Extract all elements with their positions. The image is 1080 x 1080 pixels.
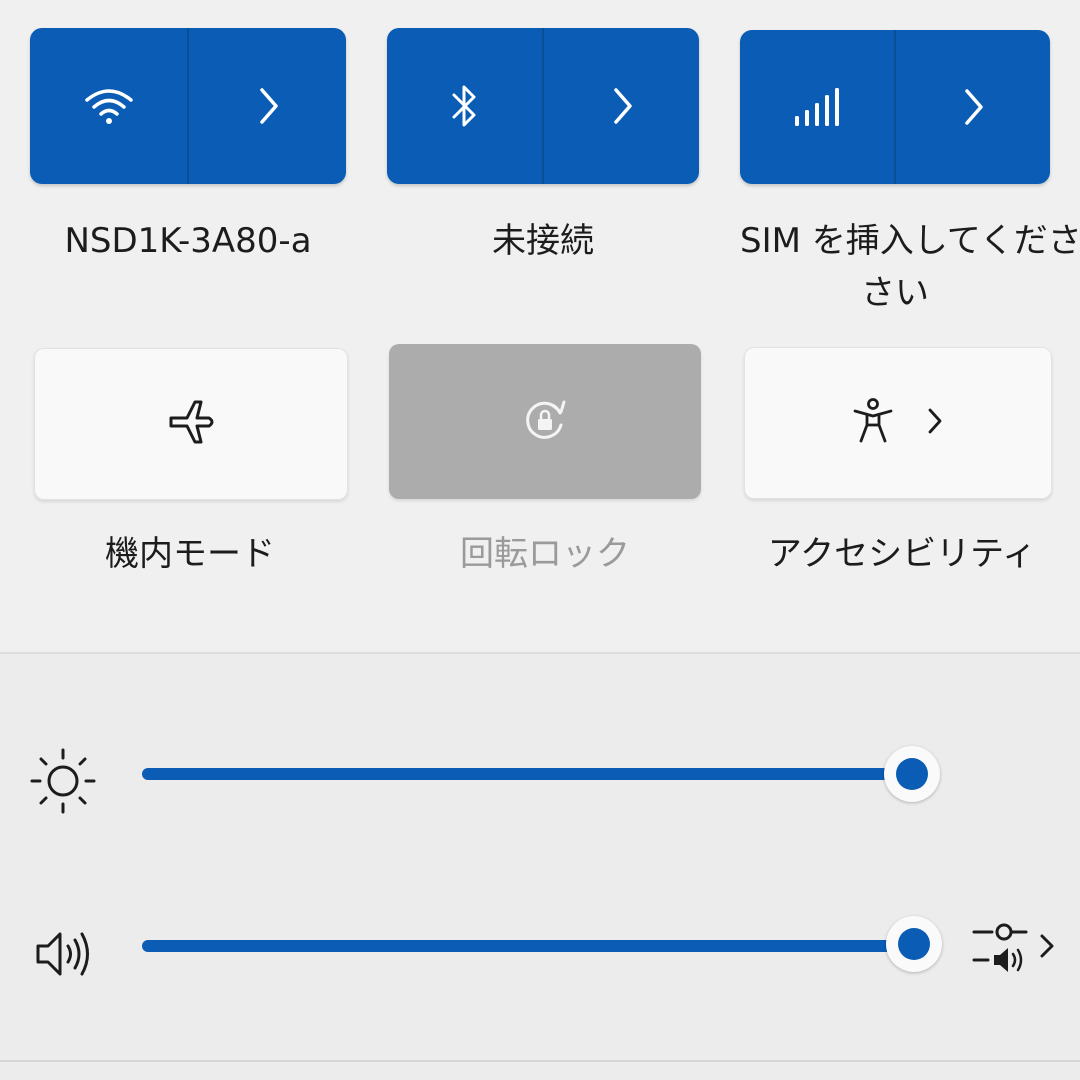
quick-settings-panel: NSD1K-3A80-a 未接続 SIM を挿入してくださ さい 機内モード 回… xyxy=(0,0,1080,650)
cellular-toggle-button[interactable] xyxy=(740,30,894,184)
wifi-expand-button[interactable] xyxy=(187,28,346,184)
accessibility-label: アクセシビリティ xyxy=(767,534,1037,574)
rotation-lock-icon xyxy=(520,395,570,449)
cellular-tile[interactable] xyxy=(740,30,1050,184)
brightness-slider-thumb[interactable] xyxy=(884,746,940,802)
cellular-signal-icon xyxy=(793,86,841,128)
airplane-mode-tile[interactable] xyxy=(34,348,348,500)
bluetooth-toggle-button[interactable] xyxy=(387,28,542,184)
bluetooth-tile-label: 未接続 xyxy=(492,221,594,261)
rotation-lock-tile[interactable] xyxy=(389,344,701,499)
bluetooth-icon xyxy=(450,83,480,129)
chevron-right-icon xyxy=(959,87,987,127)
accessibility-tile[interactable] xyxy=(744,347,1052,499)
wifi-toggle-button[interactable] xyxy=(30,28,187,184)
cellular-tile-label-line1: SIM を挿入してくださ xyxy=(740,221,1080,261)
chevron-right-icon xyxy=(608,86,636,126)
airplane-mode-label: 機内モード xyxy=(105,534,275,574)
sliders-section xyxy=(0,654,1080,1080)
volume-slider-track[interactable] xyxy=(142,940,912,952)
bluetooth-expand-button[interactable] xyxy=(542,28,699,184)
bluetooth-tile[interactable] xyxy=(387,28,699,184)
wifi-tile-label: NSD1K-3A80-a xyxy=(64,221,312,261)
wifi-icon xyxy=(83,86,135,126)
bottom-divider xyxy=(0,1060,1080,1062)
airplane-icon xyxy=(165,396,217,452)
speaker-volume-icon[interactable] xyxy=(32,924,96,988)
wifi-tile[interactable] xyxy=(30,28,346,184)
accessibility-icon xyxy=(851,397,895,449)
audio-output-select-icon[interactable] xyxy=(970,918,1062,978)
rotation-lock-label: 回転ロック xyxy=(460,534,630,574)
chevron-right-icon[interactable] xyxy=(925,406,945,440)
brightness-sun-icon xyxy=(28,746,98,820)
brightness-slider-track[interactable] xyxy=(142,768,912,780)
volume-slider-thumb[interactable] xyxy=(886,916,942,972)
chevron-right-icon xyxy=(254,86,282,126)
cellular-expand-button[interactable] xyxy=(894,30,1050,184)
cellular-tile-label-line2: さい xyxy=(861,273,929,313)
